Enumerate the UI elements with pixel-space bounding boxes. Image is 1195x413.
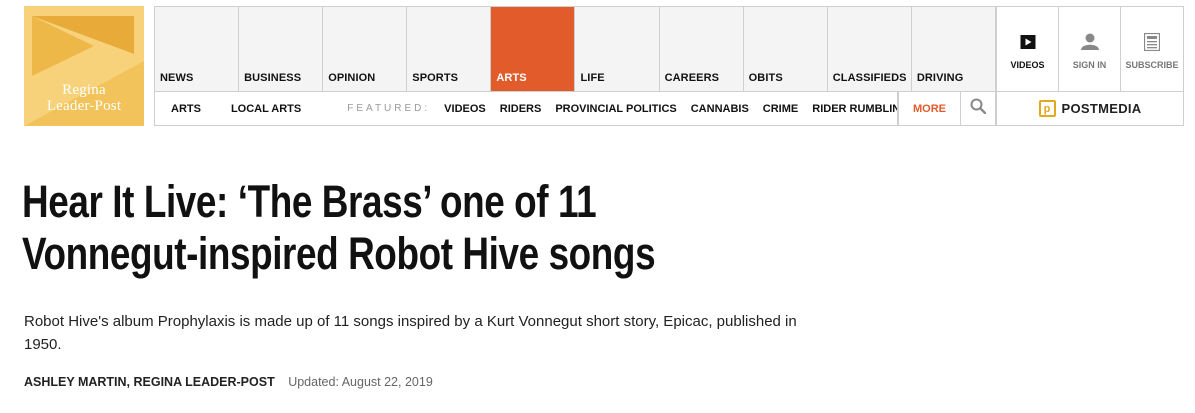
postmedia-logo[interactable]: p POSTMEDIA	[996, 92, 1184, 126]
search-button[interactable]	[961, 92, 996, 126]
subnav-item-local-arts[interactable]: LOCAL ARTS	[231, 103, 301, 115]
main-nav: NEWS BUSINESS OPINION SPORTS ARTS LIFE C…	[154, 6, 996, 92]
subscribe-button[interactable]: SUBSCRIBE	[1121, 6, 1184, 92]
user-icon	[1080, 33, 1099, 55]
nav-item-label: LIFE	[580, 72, 605, 84]
sign-in-button[interactable]: SIGN IN	[1059, 6, 1121, 92]
nav-item-driving[interactable]: DRIVING	[911, 7, 996, 91]
featured-item-videos[interactable]: VIDEOS	[444, 103, 486, 115]
nav-item-label: SPORTS	[412, 72, 459, 84]
author-link[interactable]: ASHLEY MARTIN, REGINA LEADER-POST	[24, 375, 275, 389]
nav-item-label: CLASSIFIEDS	[832, 72, 907, 84]
featured-item-provincial-politics[interactable]: PROVINCIAL POLITICS	[555, 103, 676, 115]
nav-item-life[interactable]: LIFE	[575, 7, 660, 91]
subnav-item-arts[interactable]: ARTS	[171, 103, 201, 115]
nav-item-obits[interactable]: OBITS	[743, 7, 828, 91]
nav-item-label: ARTS	[496, 72, 527, 84]
updated-date: Updated: August 22, 2019	[288, 375, 433, 389]
nav-item-label: DRIVING	[916, 72, 964, 84]
nav-item-label: CAREERS	[664, 72, 720, 84]
article-byline: ASHLEY MARTIN, REGINA LEADER-POST Update…	[24, 375, 433, 389]
more-button[interactable]: MORE	[898, 92, 961, 126]
featured-item-cannabis[interactable]: CANNABIS	[691, 103, 749, 115]
nav-item-classifieds[interactable]: CLASSIFIEDS	[827, 7, 912, 91]
logo-wordmark: Regina Leader-Post	[24, 82, 144, 114]
nav-item-label: NEWS	[160, 72, 194, 84]
nav-item-careers[interactable]: CAREERS	[659, 7, 744, 91]
logo-line-2: Leader-Post	[46, 98, 122, 114]
videos-button[interactable]: VIDEOS	[996, 6, 1059, 92]
postmedia-wordmark: POSTMEDIA	[1061, 101, 1142, 116]
featured-label: FEATURED:	[347, 103, 431, 114]
nav-item-label: OPINION	[328, 72, 376, 84]
nav-item-label: BUSINESS	[244, 72, 302, 84]
nav-item-business[interactable]: BUSINESS	[239, 7, 324, 91]
site-logo[interactable]: Regina Leader-Post	[24, 6, 144, 126]
play-icon	[1020, 35, 1035, 54]
featured-item-riders[interactable]: RIDERS	[500, 103, 542, 115]
newspaper-icon	[1143, 32, 1161, 56]
sub-nav: ARTS LOCAL ARTS FEATURED: VIDEOS RIDERS …	[154, 92, 898, 126]
search-icon	[970, 98, 987, 119]
nav-item-label: OBITS	[748, 72, 783, 84]
videos-label: VIDEOS	[1010, 60, 1045, 70]
sign-in-label: SIGN IN	[1072, 60, 1107, 70]
article-headline: Hear It Live: ‘The Brass’ one of 11 Vonn…	[22, 176, 656, 279]
nav-item-sports[interactable]: SPORTS	[407, 7, 492, 91]
logo-line-1: Regina	[62, 82, 106, 98]
nav-item-opinion[interactable]: OPINION	[323, 7, 408, 91]
nav-item-arts[interactable]: ARTS	[491, 7, 576, 91]
postmedia-mark-icon: p	[1038, 100, 1056, 117]
featured-item-crime[interactable]: CRIME	[763, 103, 798, 115]
article-deck: Robot Hive's album Prophylaxis is made u…	[24, 313, 797, 353]
nav-item-news[interactable]: NEWS	[155, 7, 240, 91]
subscribe-label: SUBSCRIBE	[1125, 60, 1179, 70]
featured-item-rider-rumblings[interactable]: RIDER RUMBLIN	[812, 103, 897, 115]
